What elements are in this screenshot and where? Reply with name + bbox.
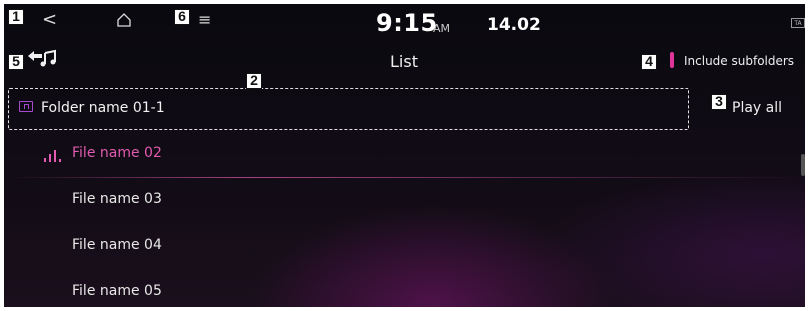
include-subfolders-label[interactable]: Include subfolders — [684, 54, 794, 68]
folder-up-icon — [19, 101, 33, 112]
callout-2: 2 — [246, 73, 262, 89]
date: 14.02 — [487, 15, 541, 35]
callout-4: 4 — [641, 54, 657, 70]
list-item[interactable]: File name 02 — [8, 132, 805, 178]
callout-1: 1 — [8, 9, 24, 25]
file-name: File name 05 — [72, 283, 162, 299]
header: List Include subfolders — [4, 44, 805, 84]
clock-ampm: AM — [433, 22, 451, 35]
list-item[interactable]: File name 05 — [8, 270, 805, 307]
infotainment-screen: < ≡ 9:15 AM 14.02 TA List Include subfol… — [4, 4, 805, 307]
menu-icon[interactable]: ≡ — [198, 10, 211, 29]
include-subfolders-toggle[interactable] — [670, 52, 674, 68]
back-icon[interactable]: < — [42, 9, 57, 30]
scroll-handle[interactable] — [801, 154, 805, 176]
file-name: File name 02 — [72, 145, 162, 161]
list-item[interactable]: File name 04 — [8, 224, 805, 270]
callout-3: 3 — [711, 94, 727, 110]
list-item[interactable]: File name 03 — [8, 178, 805, 224]
page-title: List — [390, 52, 418, 71]
now-playing-icon — [44, 150, 66, 162]
clock-time: 9:15 — [376, 9, 438, 37]
home-icon[interactable] — [116, 12, 132, 28]
folder-up-row[interactable]: Folder name 01-1 — [8, 88, 689, 130]
callout-6: 6 — [174, 9, 190, 25]
back-to-music-icon[interactable] — [26, 48, 60, 68]
folder-name: Folder name 01-1 — [41, 100, 165, 116]
file-name: File name 03 — [72, 191, 162, 207]
file-name: File name 04 — [72, 237, 162, 253]
play-all-button[interactable]: Play all — [732, 100, 782, 116]
status-bar: < ≡ 9:15 AM 14.02 TA — [4, 4, 805, 42]
callout-5: 5 — [8, 54, 24, 70]
ta-indicator-icon: TA — [791, 18, 805, 28]
